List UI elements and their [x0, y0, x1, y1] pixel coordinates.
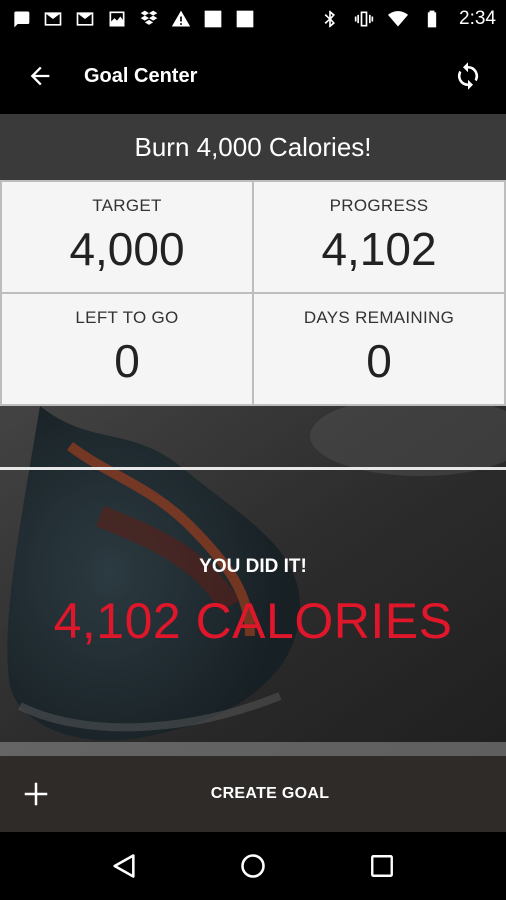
stat-label: DAYS REMAINING	[303, 308, 455, 327]
battery-icon	[421, 8, 443, 30]
circle-home-icon	[241, 854, 265, 878]
status-bar: 2:34	[0, 0, 506, 38]
running-shoe-background-image	[0, 406, 506, 756]
system-navigation-bar	[0, 832, 506, 900]
create-goal-bar: CREATE GOAL	[0, 756, 506, 832]
nav-back-button[interactable]	[96, 838, 152, 894]
stat-value: 4,102	[321, 223, 437, 275]
stat-target: TARGET 4,000	[2, 182, 252, 292]
warning-icon	[170, 8, 192, 30]
dropbox-icon	[138, 8, 160, 30]
page-title: Goal Center	[84, 64, 198, 87]
create-goal-label-wrap: CREATE GOAL	[0, 785, 506, 803]
status-time: 2:34	[459, 8, 496, 29]
refresh-icon	[457, 62, 479, 90]
hero-bottom-band	[0, 742, 506, 756]
arrow-back-icon	[30, 66, 50, 86]
stat-label: LEFT TO GO	[75, 308, 179, 327]
wifi-icon	[387, 8, 409, 30]
stat-days-remaining: DAYS REMAINING 0	[254, 294, 504, 404]
goal-stats-grid: TARGET 4,000 PROGRESS 4,102 LEFT TO GO 0…	[0, 180, 506, 406]
bluetooth-icon	[319, 8, 341, 30]
vibrate-icon	[353, 8, 375, 30]
stat-value: 0	[114, 335, 140, 387]
square-icon	[234, 8, 256, 30]
hero-divider	[0, 467, 506, 470]
app-bar: Goal Center	[0, 38, 506, 114]
notification-icons	[10, 8, 256, 30]
triangle-back-icon	[113, 854, 135, 878]
achievement-headline: YOU DID IT!	[199, 556, 307, 577]
back-button[interactable]	[12, 48, 68, 104]
square-icon	[202, 8, 224, 30]
nav-home-button[interactable]	[225, 838, 281, 894]
system-icons: 2:34	[319, 8, 496, 30]
gmail-icon	[74, 8, 96, 30]
create-goal-button[interactable]: CREATE GOAL	[211, 785, 330, 802]
refresh-button[interactable]	[444, 52, 492, 100]
gmail-icon	[42, 8, 64, 30]
add-goal-button[interactable]	[6, 764, 66, 824]
stat-label: TARGET	[92, 196, 162, 215]
stat-label: PROGRESS	[329, 196, 429, 215]
image-icon	[106, 8, 128, 30]
stat-progress: PROGRESS 4,102	[254, 182, 504, 292]
stat-value: 0	[366, 335, 392, 387]
square-recents-icon	[370, 855, 393, 877]
plus-icon	[24, 782, 48, 806]
achievement-banner: YOU DID IT! 4,102 CALORIES	[0, 406, 506, 756]
nav-recents-button[interactable]	[354, 838, 410, 894]
goal-title: Burn 4,000 Calories!	[134, 131, 372, 162]
message-icon	[10, 8, 32, 30]
goal-title-bar: Burn 4,000 Calories!	[0, 114, 506, 180]
stat-value: 4,000	[69, 223, 185, 275]
achievement-amount: 4,102 CALORIES	[53, 593, 453, 649]
stat-left-to-go: LEFT TO GO 0	[2, 294, 252, 404]
